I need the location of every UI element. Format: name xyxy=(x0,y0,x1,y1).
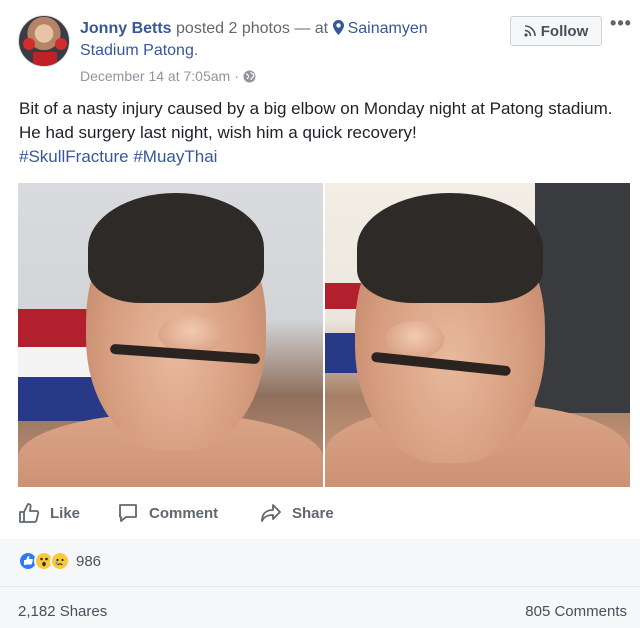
post-footer: 986 2,182 Shares 805 Comments xyxy=(0,539,640,628)
share-arrow-icon xyxy=(261,504,281,522)
rss-icon xyxy=(524,25,536,37)
avatar-shorts xyxy=(33,52,57,66)
photo-right[interactable] xyxy=(325,183,630,487)
hashtag-skullfracture[interactable]: #SkullFracture xyxy=(19,147,129,166)
post-actions: Like Comment Share xyxy=(0,495,640,531)
thumbs-up-icon xyxy=(19,503,40,523)
photo-left[interactable] xyxy=(18,183,323,487)
author-name-link[interactable]: Jonny Betts xyxy=(80,20,172,37)
photo-wall-panel xyxy=(535,183,630,413)
post-message: Bit of a nasty injury caused by a big el… xyxy=(19,99,613,142)
like-label: Like xyxy=(50,504,81,522)
photo-subject-hair xyxy=(357,193,543,303)
more-icon[interactable]: ••• xyxy=(610,14,632,36)
reactions-summary[interactable]: 986 xyxy=(18,551,101,571)
post-meta: December 14 at 7:05am · xyxy=(80,68,256,84)
globe-icon xyxy=(243,70,256,83)
post-action-text: posted 2 photos — at xyxy=(171,20,333,37)
location-name-line2: Stadium Patong xyxy=(80,42,194,59)
avatar-glove-right xyxy=(55,38,67,50)
meta-dot: · xyxy=(234,68,239,84)
share-button[interactable]: Share xyxy=(260,501,334,525)
sad-reaction-icon xyxy=(50,551,70,571)
facebook-post: Jonny Betts posted 2 photos — at Sainamy… xyxy=(0,0,640,628)
avatar-glove-left xyxy=(23,38,35,50)
author-avatar[interactable] xyxy=(18,15,70,67)
location-pin-icon xyxy=(332,20,344,35)
comments-count[interactable]: 805 Comments xyxy=(525,603,627,620)
reaction-count: 986 xyxy=(76,552,102,570)
hashtag-muaythai[interactable]: #MuayThai xyxy=(133,147,217,166)
footer-divider xyxy=(0,586,640,587)
like-button[interactable]: Like xyxy=(18,501,80,525)
follow-label: Follow xyxy=(540,22,589,40)
location-name-line1: Sainamyen xyxy=(347,20,428,37)
shares-count[interactable]: 2,182 Shares xyxy=(18,603,107,620)
post-timestamp[interactable]: December 14 at 7:05am xyxy=(80,68,230,84)
photo-subject-hair xyxy=(88,193,264,303)
comment-bubble-icon xyxy=(119,504,137,522)
share-label: Share xyxy=(292,504,334,522)
comment-label: Comment xyxy=(149,504,219,522)
post-header: Jonny Betts posted 2 photos — at Sainamy… xyxy=(80,18,500,62)
comment-button[interactable]: Comment xyxy=(117,501,218,525)
post-body: Bit of a nasty injury caused by a big el… xyxy=(19,97,619,169)
header-period: . xyxy=(193,42,199,59)
follow-button[interactable]: Follow xyxy=(510,16,602,46)
